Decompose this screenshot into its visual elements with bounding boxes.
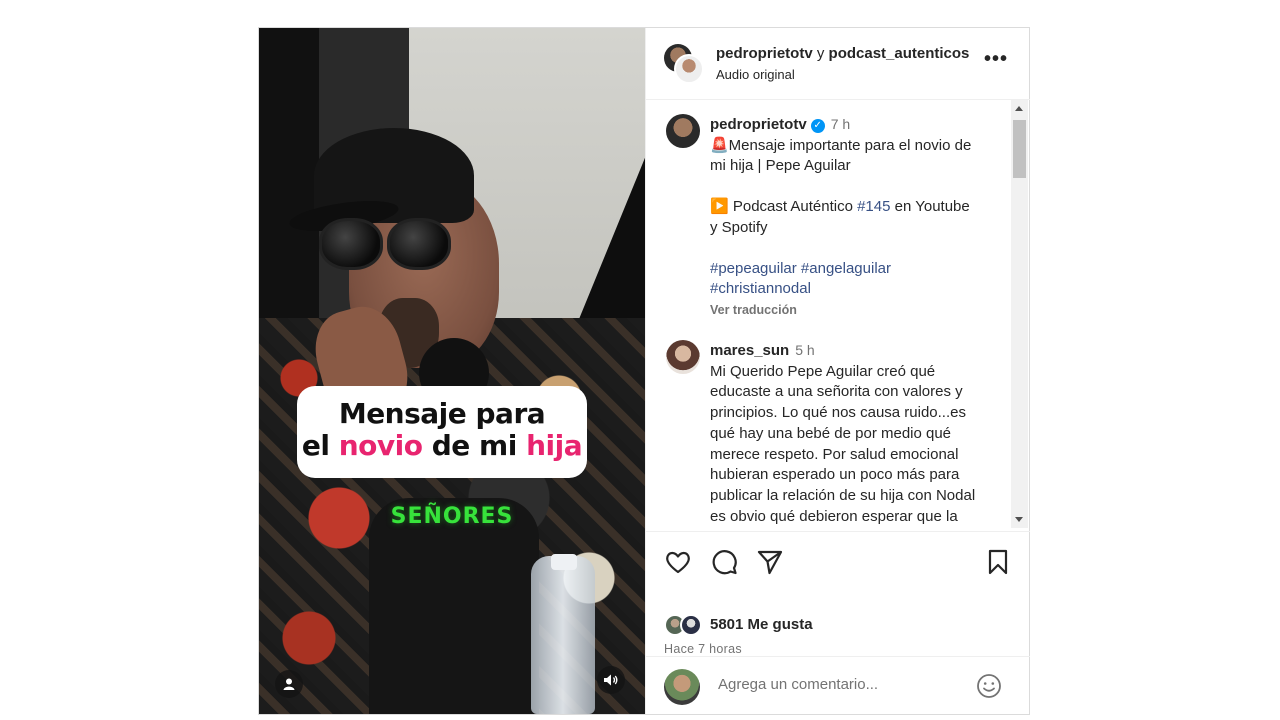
bookmark-icon[interactable] [984, 548, 1012, 576]
verified-badge-icon: ✓ [810, 119, 825, 133]
caption-line-1: 🚨Mensaje importante para el novio de mi … [710, 136, 972, 175]
scroll-up-arrow-icon[interactable] [1015, 106, 1023, 111]
caption-highlight: hija [526, 429, 583, 462]
background-dark-wall [259, 28, 319, 348]
hashtag-link[interactable]: #angelaguilar [801, 260, 891, 277]
caption-username[interactable]: pedroprietotv [710, 116, 807, 133]
coauthor-avatar[interactable] [674, 54, 704, 84]
video-caption-card: Mensaje para el novio de mi hija [297, 386, 587, 478]
add-comment-bar [646, 656, 1030, 716]
audio-link[interactable]: Audio original [716, 67, 795, 82]
video-overlay-text: SEÑORES [390, 504, 514, 529]
caption-line-2: ▶️ Podcast Auténtico #145 en Youtube y S… [710, 197, 980, 238]
post-side-panel: pedroprietotv y podcast_autenticos Audio… [645, 28, 1030, 714]
comment-header: mares_sun 5 h [710, 340, 980, 362]
instagram-post: Mensaje para el novio de mi hija SEÑORES… [258, 27, 1030, 715]
caption-line-1: Mensaje para [338, 397, 546, 430]
scrollbar-thumb[interactable] [1013, 120, 1026, 178]
caption-text: ▶️ Podcast Auténtico [710, 198, 858, 216]
scroll-down-arrow-icon[interactable] [1015, 517, 1023, 522]
sunglasses-left-lens [319, 218, 383, 270]
caption-author-avatar[interactable] [666, 114, 700, 148]
user-tag-icon[interactable] [275, 670, 303, 698]
black-tee [369, 498, 539, 714]
comments-scrollbar[interactable] [1011, 100, 1028, 528]
hashtag-link[interactable]: #christiannodal [710, 280, 811, 297]
authors-joiner: y [816, 45, 825, 62]
comments-list[interactable]: pedroprietotv ✓ 7 h 🚨Mensaje importante pa… [646, 100, 1030, 530]
more-icon[interactable]: ••• [984, 48, 1008, 71]
hashtag-link[interactable]: #pepeaguilar [710, 260, 797, 277]
water-bottle-cap [551, 554, 577, 570]
sunglasses-right-lens [387, 218, 451, 270]
post-time[interactable]: Hace 7 horas [664, 642, 742, 656]
caption-line-2: el novio de mi hija [297, 430, 587, 462]
comment-time[interactable]: 5 h [795, 342, 814, 358]
post-header: pedroprietotv y podcast_autenticos Audio… [646, 28, 1030, 100]
sound-icon[interactable] [597, 666, 625, 694]
comment-item: mares_sun 5 h Mi Querido Pepe Aguilar cre… [710, 340, 980, 527]
post-caption: pedroprietotv ✓ 7 h 🚨Mensaje importante pa… [710, 114, 980, 321]
comment-input[interactable] [716, 675, 960, 694]
post-authors: pedroprietotv y podcast_autenticos [716, 45, 969, 62]
current-user-avatar [664, 669, 700, 705]
post-video[interactable]: Mensaje para el novio de mi hija SEÑORES [259, 28, 645, 714]
author-link[interactable]: pedroprietotv [716, 45, 813, 62]
caption-text: de mi [422, 429, 527, 462]
hashtag-link[interactable]: #145 [857, 198, 890, 215]
coauthor-link[interactable]: podcast_autenticos [829, 45, 970, 62]
caption-header: pedroprietotv ✓ 7 h [710, 114, 980, 136]
post-actions: 5801 Me gusta Hace 7 horas [646, 531, 1030, 715]
caption-time[interactable]: 7 h [831, 116, 850, 132]
comment-icon[interactable] [710, 548, 738, 576]
emoji-icon[interactable] [976, 673, 1002, 699]
commenter-avatar[interactable] [666, 340, 700, 374]
caption-highlight: novio [338, 429, 423, 462]
share-icon[interactable] [756, 548, 784, 576]
heart-icon[interactable] [664, 548, 692, 576]
caption-text: el [301, 429, 339, 462]
translate-link[interactable]: Ver traducción [710, 300, 980, 321]
water-bottle [531, 556, 595, 714]
caption-hashtags: #pepeaguilar #angelaguilar #christiannod… [710, 259, 980, 300]
comment-username[interactable]: mares_sun [710, 342, 789, 359]
comment-text: Mi Querido Pepe Aguilar creó qué educast… [710, 362, 976, 525]
likes-count[interactable]: 5801 Me gusta [710, 616, 813, 633]
liker-avatar[interactable] [680, 614, 702, 636]
